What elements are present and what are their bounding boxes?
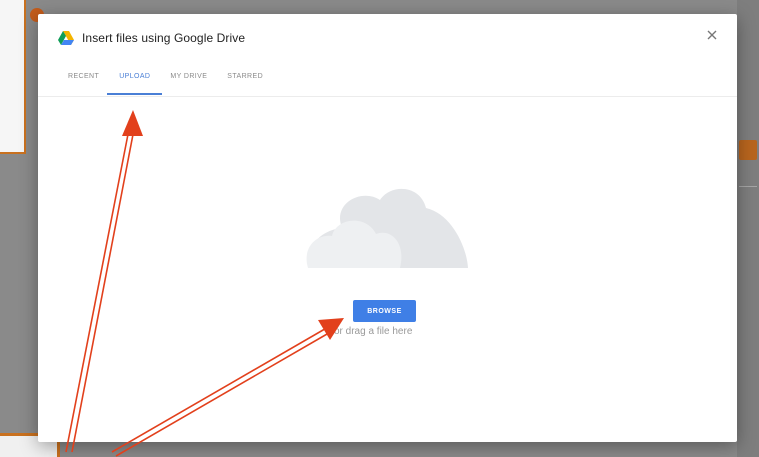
drag-file-hint: or drag a file here <box>334 326 413 337</box>
tab-divider <box>38 96 737 97</box>
dialog-header: Insert files using Google Drive <box>58 27 245 49</box>
google-drive-icon <box>58 31 74 45</box>
background-panel-left <box>0 0 26 154</box>
tab-upload[interactable]: UPLOAD <box>107 68 163 95</box>
insert-files-dialog: Insert files using Google Drive RECENT U… <box>38 14 737 442</box>
browse-button[interactable]: BROWSE <box>353 300 416 322</box>
close-icon[interactable] <box>705 28 719 42</box>
cloud-icon <box>306 188 468 268</box>
tab-starred[interactable]: STARRED <box>217 68 273 92</box>
tab-bar: RECENT UPLOAD MY DRIVE STARRED <box>58 68 273 95</box>
tab-my-drive[interactable]: MY DRIVE <box>160 68 217 92</box>
background-panel-right <box>737 0 759 457</box>
background-orange-button <box>739 140 757 160</box>
dialog-title: Insert files using Google Drive <box>82 31 246 45</box>
tab-recent[interactable]: RECENT <box>58 68 109 92</box>
background-divider <box>739 186 757 187</box>
